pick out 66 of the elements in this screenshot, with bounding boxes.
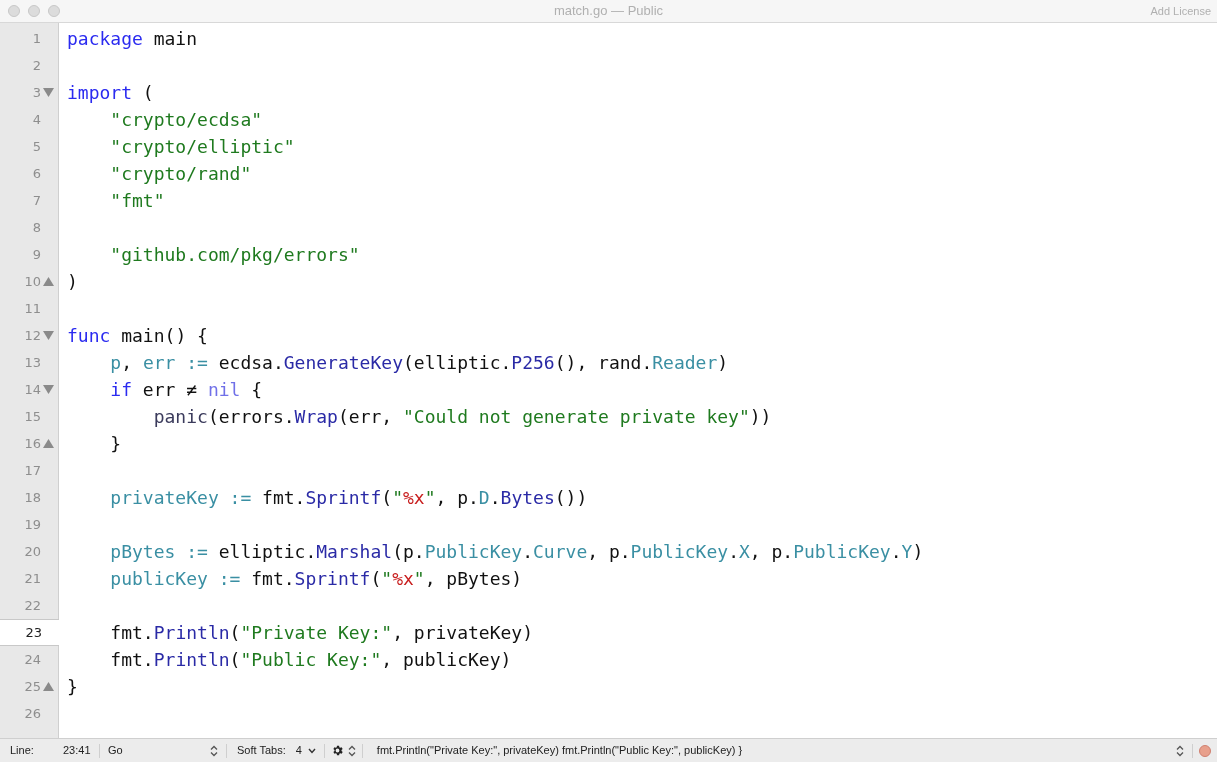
line-number: 24 <box>24 650 41 669</box>
fold-arrow-icon[interactable] <box>43 88 54 97</box>
cursor-position: 23:41 <box>63 743 92 759</box>
line-number: 19 <box>24 515 41 534</box>
line-number: 20 <box>24 542 41 561</box>
up-down-arrows-icon <box>347 744 356 757</box>
line-number: 1 <box>32 29 41 48</box>
status-indicator-icon <box>1199 744 1211 757</box>
code-line: panic(errors.Wrap(err, "Could not generate private key")) <box>152 405 772 429</box>
line-number: 2 <box>32 56 41 75</box>
line-number: 9 <box>32 245 41 264</box>
window-control-button[interactable] <box>28 5 40 17</box>
line-number: 21 <box>24 569 41 588</box>
window-control-button[interactable] <box>48 5 60 17</box>
line-label: Line: <box>9 743 35 759</box>
code-line: "fmt" <box>109 189 165 213</box>
line-number: 7 <box>32 191 41 210</box>
line-number: 26 <box>24 704 41 723</box>
line-number: 3 <box>32 83 41 102</box>
code-line: ) <box>66 270 78 294</box>
code-line: package main <box>66 27 198 51</box>
window-control-button[interactable] <box>8 5 20 17</box>
code-line: publicKey := fmt.Sprintf("%x", pBytes) <box>109 567 523 591</box>
line-number: 17 <box>24 461 41 480</box>
line-number: 10 <box>24 272 41 291</box>
line-number: 14 <box>24 380 41 399</box>
code-line: privateKey := fmt.Sprintf("%x", p.D.Bytes()) <box>109 486 588 510</box>
soft-tabs-label: Soft Tabs: <box>236 743 287 759</box>
line-number: 23 <box>25 623 42 642</box>
code-line: "crypto/rand" <box>109 162 252 186</box>
line-number: 16 <box>24 434 41 453</box>
chevron-down-icon <box>307 747 316 754</box>
code-line: "crypto/elliptic" <box>109 135 295 159</box>
code-line: p, err := ecdsa.GenerateKey(elliptic.P256(), rand.Reader) <box>109 351 729 375</box>
up-down-arrows-icon <box>1176 744 1184 757</box>
code-line: if err ≠ nil { <box>109 378 263 402</box>
symbol-select[interactable]: fmt.Println("Private Key:", privateKey) fmt.Println("Public Key:", publicKey) } <box>362 742 1192 759</box>
line-number: 4 <box>32 110 41 129</box>
line-number: 18 <box>24 488 41 507</box>
code-line: "github.com/pkg/errors" <box>109 243 360 267</box>
line-number: 25 <box>24 677 41 696</box>
up-down-arrows-icon <box>210 744 218 757</box>
fold-arrow-icon[interactable] <box>43 439 54 448</box>
code-line: import ( <box>66 81 154 105</box>
code-line: fmt.Println("Private Key:", privateKey) <box>109 621 533 645</box>
code-line: pBytes := elliptic.Marshal(p.PublicKey.Curve, p.PublicKey.X, p.PublicKey.Y) <box>109 540 924 564</box>
line-number: 11 <box>24 299 41 318</box>
line-number: 12 <box>24 326 41 345</box>
code-line: "crypto/ecdsa" <box>109 108 263 132</box>
code-line: fmt.Println("Public Key:", publicKey) <box>109 648 512 672</box>
code-line: } <box>66 675 78 699</box>
syntax-select[interactable]: Go <box>100 742 226 759</box>
line-number: 13 <box>24 353 41 372</box>
line-number: 6 <box>32 164 41 183</box>
code-line: func main() { <box>66 324 208 348</box>
fold-arrow-icon[interactable] <box>43 385 54 394</box>
fold-arrow-icon[interactable] <box>43 682 54 691</box>
fold-arrow-icon[interactable] <box>43 331 54 340</box>
line-number: 22 <box>24 596 41 615</box>
line-number: 8 <box>32 218 41 237</box>
line-number: 15 <box>24 407 41 426</box>
code-line: } <box>109 432 122 456</box>
window-title: match.go — Public <box>553 2 664 21</box>
tab-size-select[interactable]: 4 <box>295 742 324 759</box>
line-number: 5 <box>32 137 41 156</box>
fold-arrow-icon[interactable] <box>43 277 54 286</box>
